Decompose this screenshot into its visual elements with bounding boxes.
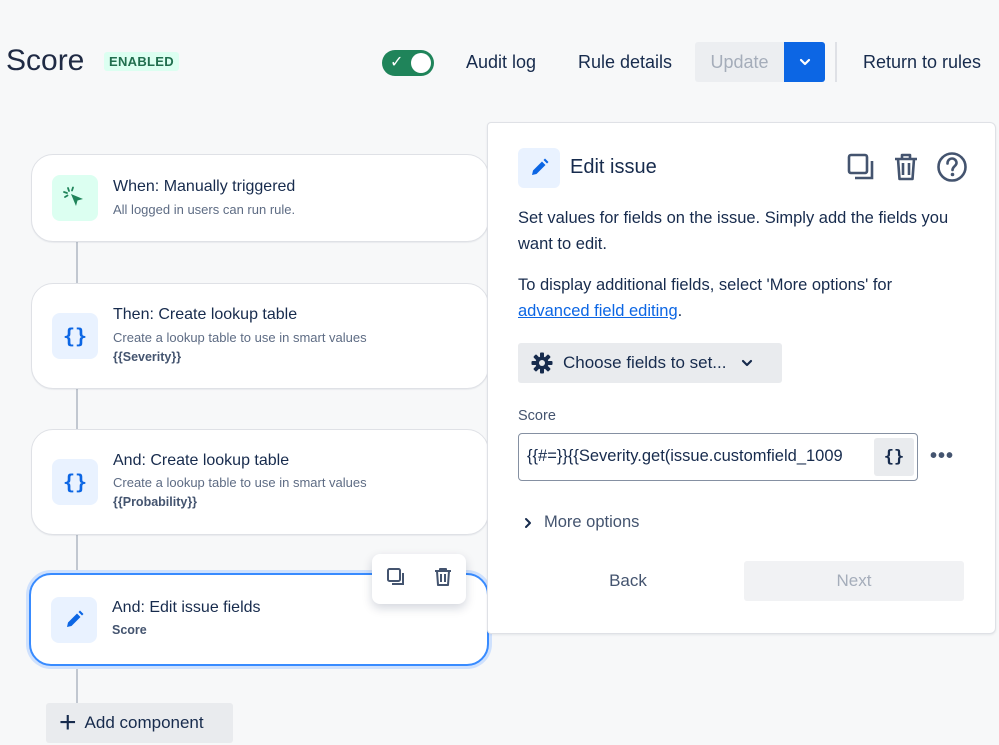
more-options-toggle[interactable]: More options [522,513,639,532]
card-subtitle: Create a lookup table to use in smart va… [113,475,367,490]
panel-toolbar [846,151,968,188]
chevron-down-icon [799,58,810,66]
choose-fields-button[interactable]: Choose fields to set... [518,343,782,383]
pencil-icon [51,597,97,643]
description-text: To display additional fields, select 'Mo… [518,276,893,294]
next-button[interactable]: Next [744,561,964,601]
chevron-right-icon [525,517,531,528]
action-card-lookup-probability[interactable]: {} And: Create lookup table Create a loo… [31,429,489,535]
add-component-button[interactable]: + Add component [46,703,233,743]
status-badge: ENABLED [104,52,179,71]
plus-icon: + [59,706,77,739]
score-field-input[interactable]: {{#=}}{{Severity.get(issue.customfield_1… [518,433,918,481]
card-title: And: Edit issue fields [112,599,261,616]
rule-details-button[interactable]: Rule details [578,52,672,73]
help-icon[interactable] [936,151,968,188]
trash-icon[interactable] [892,152,920,187]
card-subtitle: Create a lookup table to use in smart va… [113,330,367,345]
advanced-field-editing-link[interactable]: advanced field editing [518,302,678,320]
card-subtitle: All logged in users can run rule. [113,202,296,217]
return-to-rules-button[interactable]: Return to rules [863,52,981,73]
curly-braces-icon: {} [52,313,98,359]
check-icon: ✓ [390,54,404,71]
chevron-down-icon [740,356,754,370]
toggle-knob [411,53,431,73]
rule-enabled-toggle[interactable]: ✓ [382,50,434,76]
audit-log-button[interactable]: Audit log [466,52,536,73]
update-button[interactable]: Update [695,42,784,82]
score-field-label: Score [518,408,556,424]
flow-connector [76,387,78,430]
cursor-click-icon [52,175,98,221]
header-divider [835,42,837,82]
add-component-label: Add component [84,713,204,732]
panel-description-more: To display additional fields, select 'Mo… [518,272,968,324]
duplicate-icon[interactable] [385,566,407,593]
card-title: Then: Create lookup table [113,306,298,323]
trigger-card[interactable]: When: Manually triggered All logged in u… [31,154,489,242]
card-title: And: Create lookup table [113,452,290,469]
panel-title: Edit issue [570,156,657,178]
card-title: When: Manually triggered [113,178,296,195]
rule-title: Score [6,44,85,77]
more-actions-icon[interactable]: ••• [930,445,954,468]
flow-connector [76,240,78,284]
curly-braces-icon: {} [52,459,98,505]
trash-icon[interactable] [432,566,454,593]
flow-connector [76,664,78,704]
gear-icon [531,352,553,374]
panel-description: Set values for fields on the issue. Simp… [518,209,949,253]
choose-fields-label: Choose fields to set... [563,353,727,372]
card-detail: {{Severity}} [113,350,182,364]
card-detail: {{Probability}} [113,495,198,509]
card-action-toolbar [372,554,466,604]
smart-value-button[interactable]: {} [874,438,914,476]
edit-issue-panel: Edit issue Set values for fields on the … [487,122,996,634]
card-detail: Score [112,623,147,637]
back-button[interactable]: Back [550,561,706,601]
update-dropdown-button[interactable] [784,42,825,82]
description-suffix: . [677,302,683,320]
more-options-label: More options [544,513,640,531]
score-field-value: {{#=}}{{Severity.get(issue.customfield_1… [527,447,843,465]
action-card-lookup-severity[interactable]: {} Then: Create lookup table Create a lo… [31,283,489,389]
pencil-icon [518,148,560,188]
rule-header: Score ENABLED ✓ Audit log Rule details U… [0,0,999,120]
duplicate-icon[interactable] [846,152,876,187]
flow-connector [76,533,78,573]
